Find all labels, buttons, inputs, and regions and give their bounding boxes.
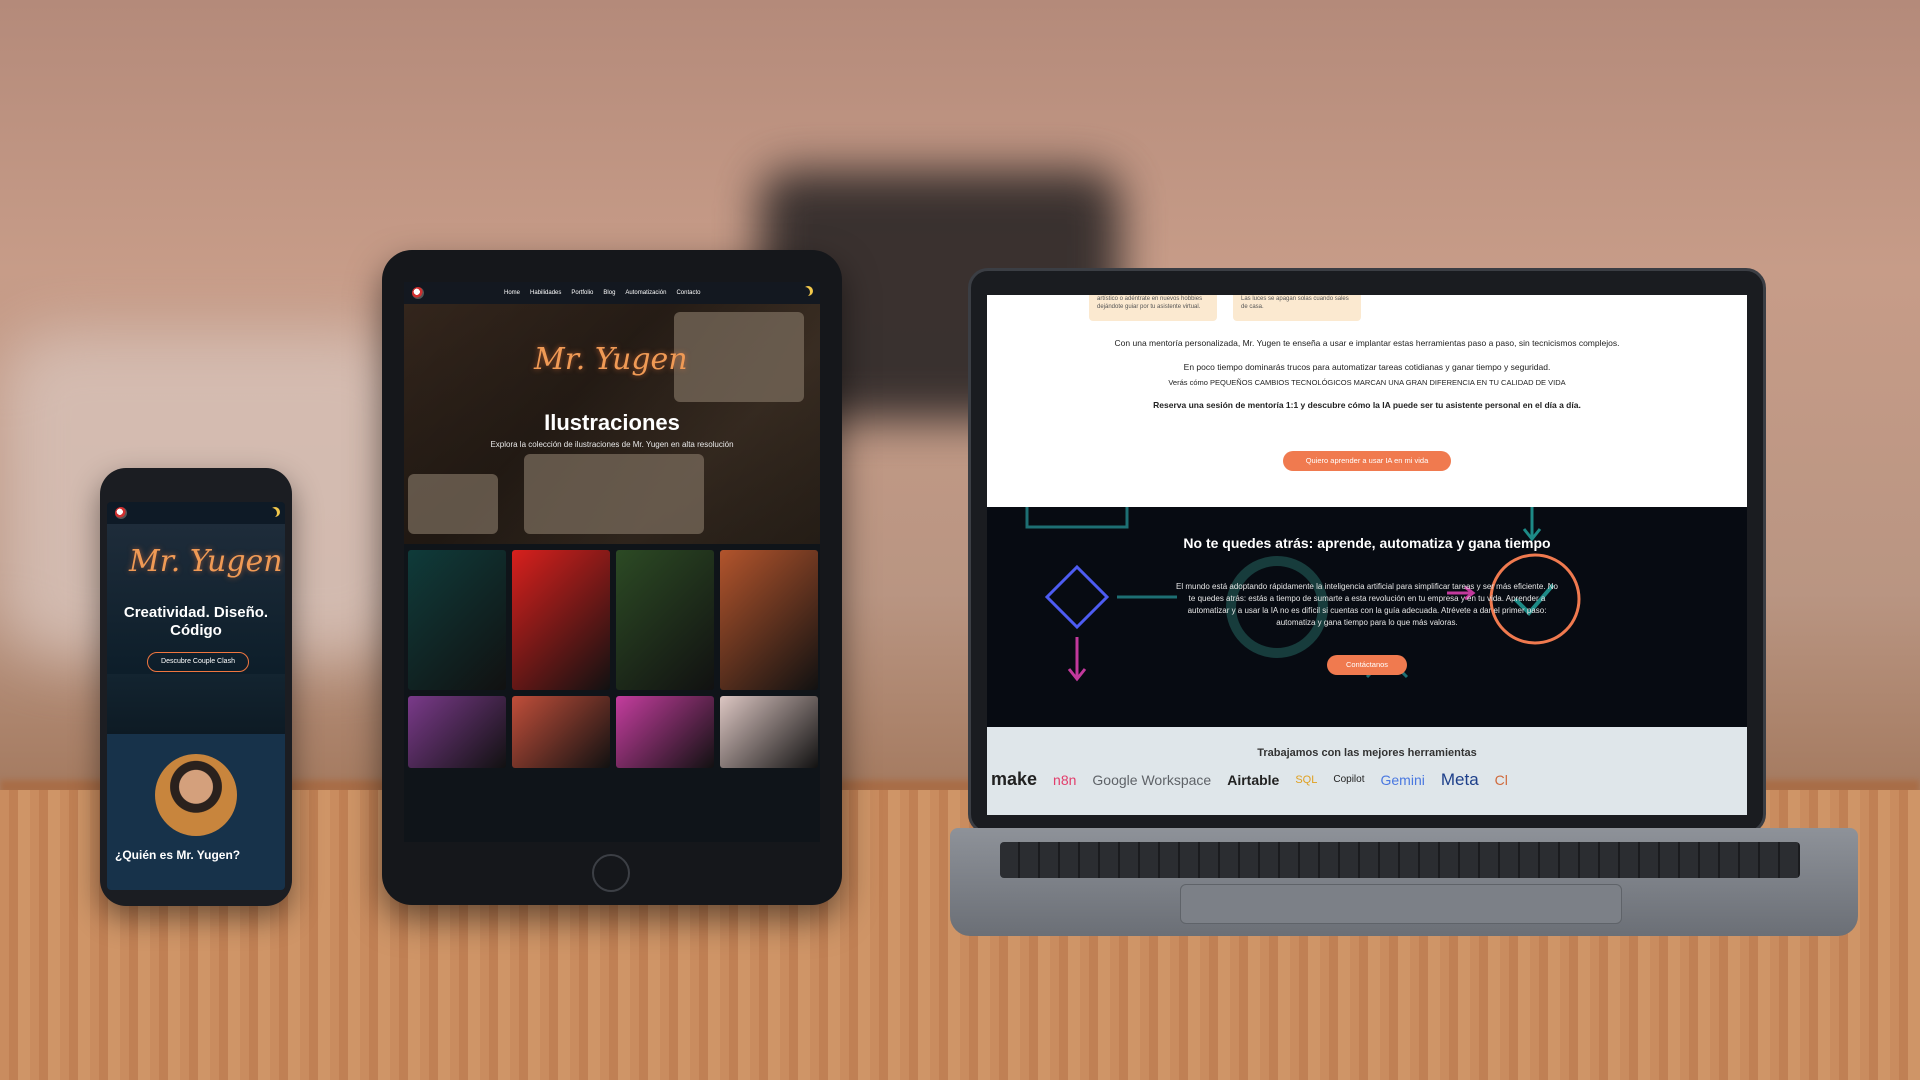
gallery-illustration[interactable] [616,550,714,690]
brand-logo: Mr. Yugen [534,342,688,377]
make-logo: make [991,769,1038,789]
tablet-screen: Home Habilidades Portfolio Blog Automati… [404,282,820,842]
changes-text: Verás cómo PEQUEÑOS CAMBIOS TECNOLÓGICOS… [1168,378,1566,387]
copilot-logo: Copilot [1333,774,1365,785]
tablet-navbar: Home Habilidades Portfolio Blog Automati… [404,282,820,304]
nav-automatizacion[interactable]: Automatización [625,290,666,296]
n8n-logo: n8n [1053,771,1077,788]
phone-hero: Mr. Yugen Creatividad. Diseño. Código De… [107,524,285,754]
meta-logo: Meta [1440,769,1479,789]
laptop-device: artístico o adéntrate en nuevos hobbies … [968,268,1766,834]
about-title: ¿Quién es Mr. Yugen? [115,848,241,862]
theme-moon-icon[interactable] [800,287,810,297]
nav-blog[interactable]: Blog [603,290,615,296]
phone-header [107,502,285,524]
drawing-tablet-image [524,454,704,534]
page-title: Ilustraciones [544,410,680,435]
hero-headline: Creatividad. Diseño. Código [123,604,269,639]
trackpad [1180,884,1622,924]
booking-text: Reserva una sesión de mentoría 1:1 y des… [1153,400,1581,410]
phone-device: Mr. Yugen Creatividad. Diseño. Código De… [100,468,292,906]
gallery-illustration[interactable] [408,696,506,768]
sql-logo: SQL [1295,773,1318,786]
airtable-logo: Airtable [1227,771,1280,788]
keyboard [1000,842,1800,878]
feature-card: artístico o adéntrate en nuevos hobbies … [1089,295,1217,321]
section-text: El mundo está adoptando rápidamente la i… [1176,582,1558,627]
about-section: ¿Quién es Mr. Yugen? [107,734,285,890]
contact-button[interactable]: Contáctanos [1327,655,1407,675]
nav-contacto[interactable]: Contacto [676,290,700,296]
gallery-illustration[interactable] [512,550,610,690]
tricks-text: En poco tiempo dominarás trucos para aut… [1183,362,1551,372]
nav-home[interactable]: Home [504,290,520,296]
laptop-screen: artístico o adéntrate en nuevos hobbies … [987,295,1747,815]
gemini-logo: Gemini [1380,771,1425,788]
site-logo-icon[interactable] [412,287,424,299]
discover-button[interactable]: Descubre Couple Clash [147,652,249,672]
site-logo-icon[interactable] [115,507,127,519]
automation-section: No te quedes atrás: aprende, automatiza … [987,507,1747,727]
intro-text: Con una mentoría personalizada, Mr. Yuge… [1114,338,1620,348]
laptop-base [950,828,1858,936]
gallery-grid [408,550,818,842]
tools-logo-row: make n8n Google Workspace Airtable SQL C… [991,769,1747,790]
learn-ai-button[interactable]: Quiero aprender a usar IA en mi vida [1283,451,1451,471]
feature-card: Las luces se apagan solas cuando sales d… [1233,295,1361,321]
page-subtitle: Explora la colección de ilustraciones de… [490,440,734,449]
theme-moon-icon[interactable] [267,508,277,518]
gallery-illustration[interactable] [720,696,818,768]
section-title: No te quedes atrás: aprende, automatiza … [1183,535,1551,551]
gallery-illustration[interactable] [512,696,610,768]
nav-portfolio[interactable]: Portfolio [571,290,593,296]
nav-habilidades[interactable]: Habilidades [530,290,561,296]
sketch-paper [674,312,804,402]
google-workspace-logo: Google Workspace [1092,771,1212,788]
gallery-illustration[interactable] [720,550,818,690]
phone-screen: Mr. Yugen Creatividad. Diseño. Código De… [107,502,285,890]
claude-logo: Cl [1494,771,1508,788]
sketch-paper [408,474,498,534]
avatar [155,754,237,836]
brand-logo: Mr. Yugen [129,544,283,579]
home-button[interactable] [592,854,630,892]
gallery-illustration[interactable] [408,550,506,690]
tools-title: Trabajamos con las mejores herramientas [1257,747,1477,759]
tools-section: Trabajamos con las mejores herramientas … [987,727,1747,815]
gallery-illustration[interactable] [616,696,714,768]
illustrations-hero: Mr. Yugen Ilustraciones Explora la colec… [404,304,820,544]
tablet-device: Home Habilidades Portfolio Blog Automati… [382,250,842,905]
